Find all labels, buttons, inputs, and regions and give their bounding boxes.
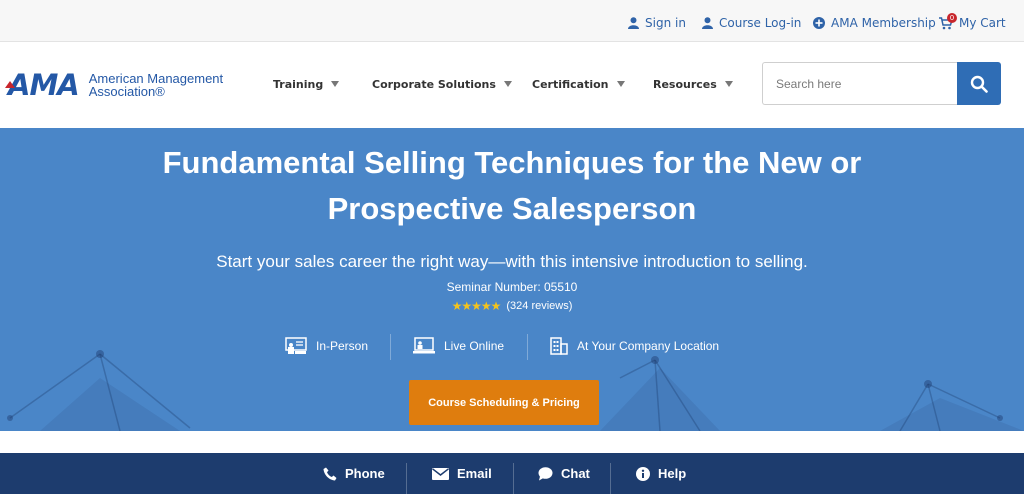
- format-label: Live Online: [444, 339, 505, 353]
- rating: ★★★★★ (324 reviews): [312, 299, 712, 313]
- chat-bubble-icon: [538, 466, 553, 480]
- course-login-label: Course Log-in: [719, 16, 802, 30]
- sign-in-label: Sign in: [645, 16, 686, 30]
- user-icon: [628, 17, 639, 29]
- logo-mark: AMA: [5, 68, 80, 102]
- divider: [390, 334, 391, 360]
- contact-label: Chat: [561, 466, 590, 481]
- format-company-location: At Your Company Location: [550, 336, 719, 356]
- reviews-link[interactable]: (324 reviews): [506, 300, 572, 312]
- search-icon: [970, 75, 988, 93]
- cart-link[interactable]: 0 My Cart: [939, 12, 1006, 32]
- course-login-link[interactable]: Course Log-in: [702, 14, 801, 32]
- nav-item-label: Resources: [653, 77, 717, 91]
- info-icon: [636, 466, 650, 481]
- cart-label: My Cart: [959, 16, 1006, 30]
- nav-item-label: Certification: [532, 77, 609, 91]
- logo-accent-icon: [5, 81, 15, 88]
- contact-phone[interactable]: Phone: [323, 453, 385, 494]
- nav-item-label: Training: [273, 77, 324, 91]
- contact-chat[interactable]: Chat: [538, 453, 590, 494]
- membership-link[interactable]: AMA Membership: [813, 14, 936, 32]
- contact-label: Help: [658, 466, 687, 481]
- utility-bar: Sign in Course Log-in AMA Membership 0 M…: [0, 0, 1024, 42]
- contact-help[interactable]: Help: [636, 453, 686, 494]
- title-line-1: Fundamental Selling Techniques for the N…: [162, 145, 862, 180]
- hero-banner: Fundamental Selling Techniques for the N…: [0, 128, 1024, 431]
- contact-email[interactable]: Email: [432, 453, 492, 494]
- seminar-number: Seminar Number: 05510: [446, 280, 578, 294]
- user-icon: [702, 17, 713, 29]
- chevron-down-icon: [331, 81, 340, 87]
- membership-label: AMA Membership: [831, 16, 936, 30]
- search-button[interactable]: [957, 62, 1001, 105]
- contact-label: Phone: [345, 466, 385, 481]
- page-title: Fundamental Selling Techniques for the N…: [60, 140, 964, 232]
- classroom-icon: [285, 337, 307, 354]
- plus-circle-icon: [813, 17, 825, 29]
- logo-mark-text: AMA: [8, 68, 80, 102]
- building-icon: [550, 337, 568, 355]
- ama-logo[interactable]: AMA American Management Association®: [5, 68, 223, 102]
- phone-icon: [323, 467, 337, 480]
- laptop-icon: [413, 337, 435, 354]
- nav-item-resources[interactable]: Resources: [653, 75, 733, 93]
- divider: [610, 463, 611, 494]
- page-subtitle: Start your sales career the right way—wi…: [216, 252, 808, 271]
- format-label: In-Person: [316, 339, 369, 353]
- logo-line-2: Association®: [88, 84, 165, 99]
- nav-item-corporate-solutions[interactable]: Corporate Solutions: [372, 75, 512, 93]
- contact-bar: Phone Email Chat Help: [0, 453, 1024, 494]
- title-line-2: Prospective Salesperson: [327, 191, 697, 226]
- nav-item-label: Corporate Solutions: [372, 77, 496, 91]
- format-label: At Your Company Location: [577, 339, 720, 353]
- chevron-down-icon: [724, 81, 733, 87]
- chevron-down-icon: [616, 81, 625, 87]
- chevron-down-icon: [503, 81, 512, 87]
- contact-label: Email: [457, 466, 492, 481]
- divider: [513, 463, 514, 494]
- format-in-person: In-Person: [285, 336, 368, 356]
- envelope-icon: [432, 467, 449, 480]
- sign-in-link[interactable]: Sign in: [628, 14, 686, 32]
- cart-count-badge: 0: [947, 12, 957, 23]
- divider: [406, 463, 407, 494]
- star-rating-icon: ★★★★★: [451, 299, 502, 313]
- search-input[interactable]: [762, 62, 958, 105]
- course-scheduling-pricing-button[interactable]: Course Scheduling & Pricing: [409, 380, 599, 425]
- nav-item-certification[interactable]: Certification: [532, 75, 625, 93]
- divider: [527, 334, 528, 360]
- nav-item-training[interactable]: Training: [273, 75, 340, 93]
- logo-text: American Management Association®: [89, 70, 223, 98]
- format-live-online: Live Online: [413, 336, 504, 356]
